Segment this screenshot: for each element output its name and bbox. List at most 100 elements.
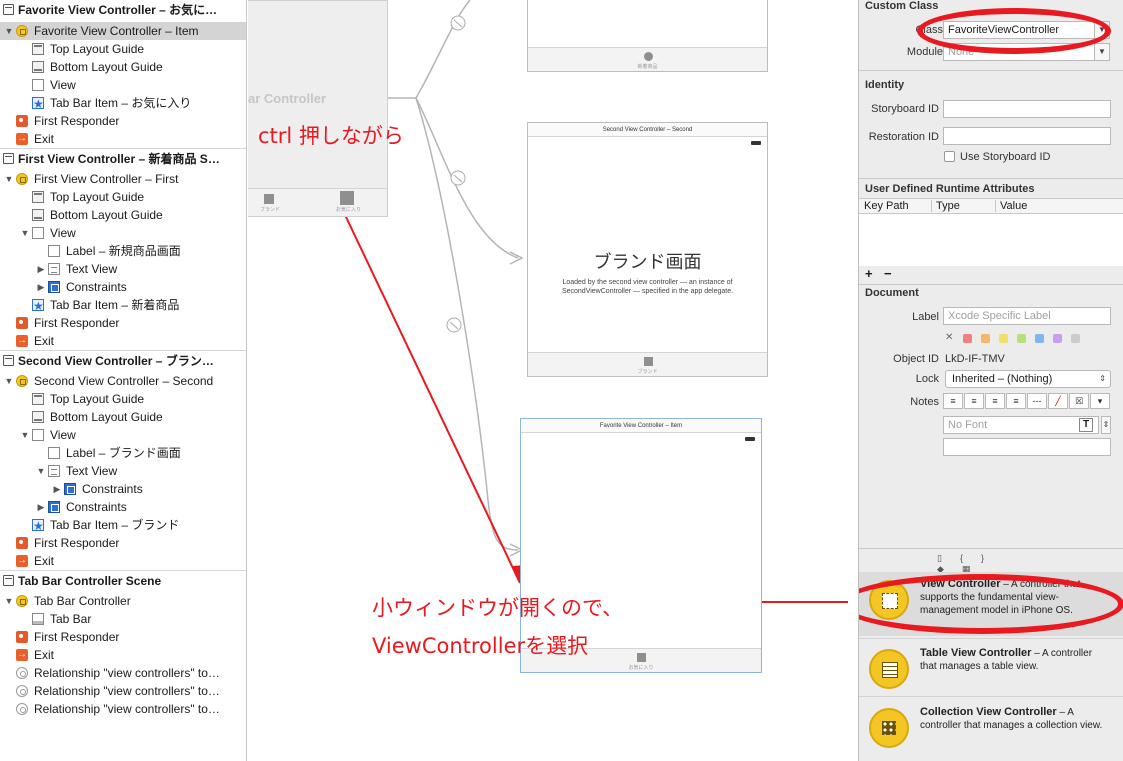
- disclosure-expanded-icon[interactable]: ▼: [20, 224, 30, 242]
- outline-item[interactable]: ★ Tab Bar Item – お気に入り: [0, 94, 246, 112]
- disclosure-expanded-icon[interactable]: ▼: [20, 426, 30, 444]
- disclosure-collapsed-icon[interactable]: ▶: [52, 480, 62, 498]
- label-color-swatch[interactable]: [1035, 334, 1044, 343]
- scene-header[interactable]: Favorite View Controller – お気に…: [0, 0, 246, 22]
- disclosure-collapsed-icon[interactable]: ▶: [36, 260, 46, 278]
- top-layout-guide-icon: [32, 191, 44, 203]
- no-color-icon[interactable]: ╱: [1048, 393, 1068, 409]
- align-left-icon[interactable]: ≡: [943, 393, 963, 409]
- outline-item[interactable]: ▶ Constraints: [0, 480, 246, 498]
- outline-item[interactable]: ▼ Tab Bar Controller: [0, 592, 246, 610]
- font-field[interactable]: No Font: [943, 416, 1099, 434]
- disclosure-expanded-icon[interactable]: ▼: [4, 22, 14, 40]
- outline-item[interactable]: Bottom Layout Guide: [0, 206, 246, 224]
- more-options-icon[interactable]: ▾: [1090, 393, 1110, 409]
- outline-item[interactable]: Bottom Layout Guide: [0, 408, 246, 426]
- outline-item[interactable]: Exit: [0, 552, 246, 570]
- first-view-controller-scene[interactable]: 新着商品: [527, 0, 768, 72]
- disclosure-expanded-icon[interactable]: ▼: [4, 372, 14, 390]
- scene-header[interactable]: Tab Bar Controller Scene: [0, 570, 246, 592]
- outline-item-label: Bottom Layout Guide: [50, 60, 163, 74]
- label-color-swatch[interactable]: [1017, 334, 1026, 343]
- divider: [859, 696, 1123, 697]
- outline-item[interactable]: Relationship "view controllers" to…: [0, 664, 246, 682]
- label-color-swatch[interactable]: [981, 334, 990, 343]
- segue-badge-icon[interactable]: [450, 170, 466, 186]
- align-natural-icon[interactable]: ---: [1027, 393, 1047, 409]
- outline-item[interactable]: First Responder: [0, 534, 246, 552]
- outline-item[interactable]: ▼ View: [0, 224, 246, 242]
- notes-text-area[interactable]: [943, 438, 1111, 456]
- second-view-controller-scene[interactable]: Second View Controller – Second ブランド画面 L…: [527, 122, 768, 377]
- font-picker-icon[interactable]: T: [1079, 418, 1093, 432]
- use-storyboard-id-checkbox[interactable]: [944, 151, 955, 162]
- clear-color-icon[interactable]: ✕: [945, 332, 953, 343]
- segue-badge-icon[interactable]: [446, 317, 462, 333]
- runtime-attributes-header: Key Path Type Value: [859, 198, 1123, 214]
- scene-header[interactable]: First View Controller – 新着商品 S…: [0, 148, 246, 170]
- disclosure-expanded-icon[interactable]: ▼: [4, 170, 14, 188]
- library-item-collection-view-controller[interactable]: Collection View Controller – A controlle…: [859, 700, 1123, 761]
- outline-item[interactable]: Top Layout Guide: [0, 40, 246, 58]
- outline-item[interactable]: Label – 新規商品画面: [0, 242, 246, 260]
- battery-icon: [745, 437, 755, 441]
- outline-item[interactable]: ▶ Constraints: [0, 498, 246, 516]
- xcode-label-field[interactable]: Xcode Specific Label: [943, 307, 1111, 325]
- outline-item[interactable]: ▼ Favorite View Controller – Item: [0, 22, 246, 40]
- stepper-icon[interactable]: ⇕: [1101, 416, 1111, 434]
- label-color-swatch[interactable]: [963, 334, 972, 343]
- disclosure-collapsed-icon[interactable]: ▶: [36, 278, 46, 296]
- outline-item[interactable]: Bottom Layout Guide: [0, 58, 246, 76]
- outline-item[interactable]: ▼ Second View Controller – Second: [0, 372, 246, 390]
- bottom-layout-guide-icon: [32, 209, 44, 221]
- text-color-icon[interactable]: ☒: [1069, 393, 1089, 409]
- outline-item[interactable]: Label – ブランド画面: [0, 444, 246, 462]
- outline-item[interactable]: First Responder: [0, 314, 246, 332]
- chevron-down-icon[interactable]: ▼: [1094, 43, 1110, 61]
- label-color-swatch[interactable]: [1053, 334, 1062, 343]
- outline-item[interactable]: Exit: [0, 332, 246, 350]
- column-header[interactable]: Value: [995, 200, 1027, 212]
- outline-item[interactable]: Exit: [0, 646, 246, 664]
- column-header[interactable]: Type: [931, 200, 960, 212]
- disclosure-expanded-icon[interactable]: ▼: [36, 462, 46, 480]
- outline-item[interactable]: ▼ First View Controller – First: [0, 170, 246, 188]
- storyboard-id-field[interactable]: [943, 100, 1111, 118]
- align-justify-icon[interactable]: ≡: [1006, 393, 1026, 409]
- outline-item[interactable]: Top Layout Guide: [0, 390, 246, 408]
- disclosure-expanded-icon[interactable]: ▼: [4, 592, 14, 610]
- outline-item[interactable]: ▼ View: [0, 426, 246, 444]
- outline-item[interactable]: First Responder: [0, 112, 246, 130]
- label-color-swatch[interactable]: [999, 334, 1008, 343]
- outline-item[interactable]: View: [0, 76, 246, 94]
- outline-item[interactable]: ★ Tab Bar Item – ブランド: [0, 516, 246, 534]
- outline-item[interactable]: ▶ Text View: [0, 260, 246, 278]
- segue-badge-icon[interactable]: [450, 15, 466, 31]
- library-tabs[interactable]: ▯{}◆▦: [937, 553, 1047, 574]
- scene-header[interactable]: Second View Controller – ブラン…: [0, 350, 246, 372]
- remove-attribute-button[interactable]: −: [884, 266, 892, 281]
- runtime-attributes-table[interactable]: [859, 214, 1123, 266]
- column-header[interactable]: Key Path: [864, 200, 909, 212]
- outline-item[interactable]: Exit: [0, 130, 246, 148]
- outline-item[interactable]: ★ Tab Bar Item – 新着商品: [0, 296, 246, 314]
- relationship-icon: [16, 685, 28, 697]
- storyboard-canvas[interactable]: ar Controller ブランド お気に入り 新着商品 Second Vie…: [248, 0, 858, 761]
- disclosure-collapsed-icon[interactable]: ▶: [36, 498, 46, 516]
- label-color-swatch[interactable]: [1071, 334, 1080, 343]
- outline-item[interactable]: ▶ Constraints: [0, 278, 246, 296]
- bottom-layout-guide-icon: [32, 61, 44, 73]
- align-right-icon[interactable]: ≡: [985, 393, 1005, 409]
- restoration-id-field[interactable]: [943, 127, 1111, 145]
- outline-item[interactable]: Relationship "view controllers" to…: [0, 682, 246, 700]
- outline-item[interactable]: Relationship "view controllers" to…: [0, 700, 246, 718]
- outline-item[interactable]: Tab Bar: [0, 610, 246, 628]
- align-center-icon[interactable]: ≡: [964, 393, 984, 409]
- outline-item-label: Top Layout Guide: [50, 42, 145, 56]
- add-attribute-button[interactable]: +: [865, 266, 873, 281]
- outline-item[interactable]: First Responder: [0, 628, 246, 646]
- lock-popup[interactable]: Inherited – (Nothing) ⇕: [945, 370, 1111, 388]
- tab-bar-controller-scene[interactable]: ar Controller ブランド お気に入り: [248, 0, 388, 217]
- outline-item[interactable]: ▼ Text View: [0, 462, 246, 480]
- outline-item[interactable]: Top Layout Guide: [0, 188, 246, 206]
